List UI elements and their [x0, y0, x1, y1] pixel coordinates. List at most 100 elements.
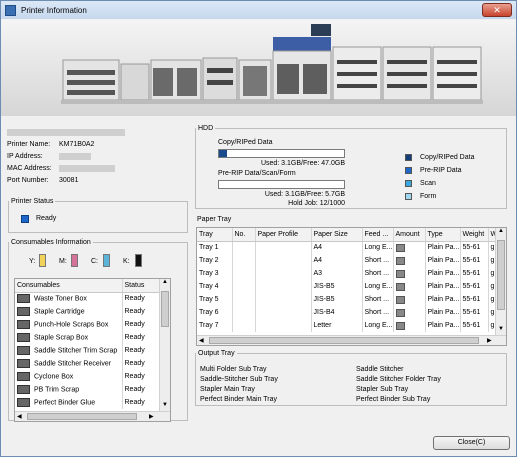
consumable-icon	[17, 398, 30, 407]
window-title: Printer Information	[21, 5, 87, 15]
consumables-list[interactable]: Consumables Status Waste Toner Box Ready S…	[14, 278, 171, 422]
consumable-icon	[17, 372, 30, 381]
scroll-up-icon[interactable]: ▲	[162, 279, 168, 285]
weight-cell: 55-61	[460, 319, 489, 332]
scroll-right-icon[interactable]: ▶	[149, 413, 154, 420]
hdd-legend: HDD	[198, 125, 214, 132]
consumable-status-cell: Ready	[122, 383, 160, 396]
type-cell: Plain Pa...	[425, 293, 461, 306]
col-no[interactable]: No.	[232, 228, 256, 242]
consumable-row[interactable]: Staple Cartridge Ready	[15, 305, 160, 318]
col-consumables[interactable]: Consumables	[15, 279, 123, 293]
window-close-button[interactable]: ✕	[482, 3, 512, 17]
close-button[interactable]: Close(C)	[433, 436, 510, 450]
consumable-row[interactable]: Cyclone Box Ready	[15, 370, 160, 383]
copy-riped-label: Copy/RIPed Data	[218, 139, 273, 146]
tray-scroll-down-icon[interactable]: ▼	[498, 326, 504, 332]
feed-cell: Short ...	[362, 293, 394, 306]
scroll-down-icon[interactable]: ▼	[162, 402, 168, 408]
copy-riped-usage-fill	[219, 150, 227, 157]
scroll-left-icon[interactable]: ◀	[17, 413, 22, 420]
paper-tray-row[interactable]: Tray 5 JIS-B5 Short ... Plain Pa... 55-61 g.	[197, 293, 506, 306]
consumable-icon	[17, 294, 30, 304]
profile-cell	[255, 280, 312, 293]
size-cell: A4	[311, 254, 363, 267]
consumable-icon	[17, 320, 30, 329]
paper-tray-vscroll[interactable]: ▲ ▼	[495, 228, 506, 335]
consumable-row[interactable]: Saddle Stitcher Trim Scrap Ready	[15, 344, 160, 357]
col-type[interactable]: Type	[425, 228, 461, 242]
paper-tray-list[interactable]: Tray No. Paper Profile Paper Size Feed .…	[196, 227, 507, 346]
consumable-row[interactable]: Saddle Stitcher Receiver Ready	[15, 357, 160, 370]
paper-tray-hscroll-thumb[interactable]	[209, 337, 479, 344]
printer-icon	[5, 4, 16, 16]
feed-cell: Short ...	[362, 306, 394, 319]
col-amount[interactable]: Amount	[393, 228, 426, 242]
consumable-icon	[17, 385, 30, 394]
tray-cell: Tray 5	[197, 293, 233, 306]
paper-amount-icon	[395, 321, 405, 330]
ip-address-blurred	[59, 153, 91, 160]
legend-prerip-label: Pre-RIP Data	[420, 167, 462, 174]
legend-copy-riped-label: Copy/RIPed Data	[420, 154, 475, 161]
paper-tray-row[interactable]: Tray 2 A4 Short ... Plain Pa... 55-61 g.	[197, 254, 506, 267]
printer-illustration	[61, 24, 483, 104]
col-feed[interactable]: Feed ...	[362, 228, 394, 242]
printer-status-legend: Printer Status	[11, 198, 54, 205]
size-cell: JIS-B5	[311, 293, 363, 306]
consumable-row[interactable]: Staple Scrap Box Ready	[15, 331, 160, 344]
paper-tray-row[interactable]: Tray 6 JIS-B4 Short ... Plain Pa... 55-61 g.	[197, 306, 506, 319]
paper-tray-row[interactable]: Tray 1 A4 Long E... Plain Pa... 55-61 g.	[197, 241, 506, 254]
paper-amount-icon	[395, 308, 405, 317]
title-bar: Printer Information ✕	[1, 1, 516, 19]
type-cell: Plain Pa...	[425, 306, 461, 319]
tray-scroll-left-icon[interactable]: ◀	[199, 337, 204, 344]
col-tray[interactable]: Tray	[197, 228, 233, 242]
tray-cell: Tray 4	[197, 280, 233, 293]
consumable-row[interactable]: Perfect Binder Glue Ready	[15, 396, 160, 409]
mac-address-blurred	[59, 165, 115, 172]
paper-amount-icon	[395, 282, 405, 291]
consumable-row[interactable]: PB Trim Scrap Ready	[15, 383, 160, 396]
profile-cell	[255, 319, 312, 332]
paper-tray-row[interactable]: Tray 7 Letter Long E... Plain Pa... 55-61 g.	[197, 319, 506, 332]
paper-tray-row[interactable]: Tray 4 JIS-B5 Long E... Plain Pa... 55-61 g.	[197, 280, 506, 293]
no-cell	[232, 293, 256, 306]
consumable-icon	[17, 333, 30, 342]
consumable-name: PB Trim Scrap	[34, 386, 80, 394]
output-tray-item: Multi Folder Sub Tray	[200, 366, 267, 373]
col-paper-size[interactable]: Paper Size	[311, 228, 363, 242]
tray-cell: Tray 3	[197, 267, 233, 280]
consumable-row[interactable]: Waste Toner Box Ready	[15, 292, 160, 305]
tray-scroll-up-icon[interactable]: ▲	[498, 228, 504, 234]
consumable-name-cell: Perfect Binder Glue	[15, 396, 123, 409]
ip-address-label: IP Address:	[7, 153, 43, 160]
consumables-hscroll[interactable]: ◀ ▶	[15, 411, 170, 421]
profile-cell	[255, 241, 312, 254]
legend-scan-label: Scan	[420, 180, 436, 187]
consumable-row[interactable]: Punch-Hole Scraps Box Ready	[15, 318, 160, 331]
paper-tray-hscroll[interactable]: ◀ ▶	[197, 335, 506, 345]
printer-status-value: Ready	[36, 215, 57, 222]
ready-status-icon	[21, 215, 29, 223]
paper-tray-vscroll-thumb[interactable]	[497, 240, 505, 310]
amount-cell	[393, 267, 426, 280]
consumables-hscroll-thumb[interactable]	[27, 413, 137, 420]
output-tray-group: Output Tray Multi Folder Sub Tray Saddle…	[195, 350, 507, 406]
size-cell: JIS-B4	[311, 306, 363, 319]
consumable-status-cell: Ready	[122, 292, 160, 305]
weight-cell: 55-61	[460, 267, 489, 280]
consumables-vscroll-thumb[interactable]	[161, 291, 169, 327]
toner-c-label: C:	[91, 258, 98, 265]
tray-scroll-right-icon[interactable]: ▶	[487, 337, 492, 344]
consumable-name-cell: Saddle Stitcher Trim Scrap	[15, 344, 123, 357]
tray-cell: Tray 7	[197, 319, 233, 332]
output-tray-right-list: Saddle Stitcher Saddle Stitcher Folder T…	[356, 365, 441, 405]
col-paper-profile[interactable]: Paper Profile	[255, 228, 312, 242]
col-weight[interactable]: Weight	[460, 228, 489, 242]
consumables-vscroll[interactable]: ▲ ▼	[159, 279, 170, 411]
output-tray-item: Perfect Binder Main Tray	[200, 396, 278, 403]
output-tray-item: Stapler Sub Tray	[356, 386, 409, 393]
col-status[interactable]: Status	[122, 279, 160, 293]
paper-tray-row[interactable]: Tray 3 A3 Short ... Plain Pa... 55-61 g.	[197, 267, 506, 280]
